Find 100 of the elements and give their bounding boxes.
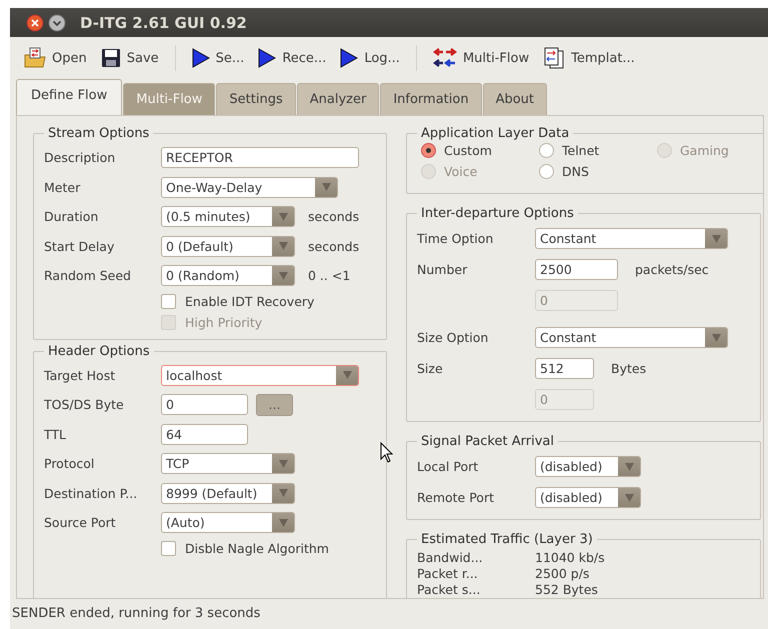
minimize-icon[interactable] — [48, 14, 66, 32]
unit-label: 0 .. <1 — [308, 268, 350, 284]
toolbar-button[interactable]: Log... — [334, 44, 406, 72]
play-icon — [340, 48, 358, 68]
dropdown[interactable]: TCP — [161, 453, 295, 474]
caret-icon — [342, 371, 352, 380]
window-title: D-ITG 2.61 GUI 0.92 — [80, 14, 247, 32]
caret-icon — [712, 234, 720, 242]
input-field[interactable]: 512 — [535, 358, 594, 379]
dropdown[interactable]: Constant — [535, 228, 728, 249]
input-field[interactable]: 0 — [161, 394, 248, 416]
caret-icon — [322, 183, 330, 192]
play-icon — [192, 48, 210, 68]
caret-icon — [624, 494, 634, 502]
radio-label: Voice — [444, 164, 478, 179]
stat-value: 2500 p/s — [535, 566, 590, 580]
folder-icon — [24, 47, 46, 69]
caret-icon — [624, 462, 634, 470]
checkbox-label: Disble Nagle Algorithm — [185, 540, 329, 556]
status-text: SENDER ended, running for 3 seconds — [11, 604, 262, 622]
group-title: Inter-departure Options — [420, 206, 575, 221]
group-title: Estimated Traffic (Layer 3) — [420, 532, 594, 547]
field-label: Source Port — [44, 515, 117, 530]
radio-button[interactable] — [539, 164, 554, 179]
dropdown[interactable]: (disabled) — [535, 487, 641, 508]
caret-icon — [278, 242, 288, 250]
stat-label: Packet s... — [417, 582, 482, 596]
checkbox[interactable] — [161, 540, 176, 556]
dropdown[interactable]: 0 (Default) — [161, 236, 295, 257]
radio-label: Gaming — [680, 143, 729, 158]
radio-button[interactable] — [421, 143, 436, 158]
dropdown[interactable]: 0 (Random) — [161, 265, 295, 286]
tab[interactable]: Analyzer — [296, 83, 380, 115]
radio-button[interactable] — [539, 143, 554, 158]
field-label: Meter — [44, 180, 82, 195]
radio-label: Telnet — [562, 143, 600, 158]
caret-icon — [278, 518, 288, 527]
group-title: Stream Options — [47, 126, 150, 141]
tab[interactable]: Settings — [216, 83, 296, 115]
field-label: Description — [44, 150, 116, 166]
field-label: Time Option — [417, 231, 494, 246]
input-field[interactable]: RECEPTOR — [161, 147, 359, 168]
dropdown[interactable]: (0.5 minutes) — [161, 206, 295, 228]
cursor-icon — [380, 442, 394, 464]
field-label: Protocol — [44, 456, 96, 472]
tab[interactable]: Information — [380, 83, 482, 115]
group-title: Application Layer Data — [420, 126, 570, 141]
caret-icon — [712, 334, 720, 342]
input-field[interactable]: 2500 — [535, 259, 618, 280]
stat-label: Bandwid... — [417, 550, 484, 564]
floppy-icon — [100, 48, 121, 68]
field-label: Duration — [44, 209, 100, 224]
unit-label: seconds — [308, 209, 360, 224]
field-label: Start Delay — [44, 238, 116, 254]
field-label: Destination P... — [44, 486, 138, 501]
dropdown[interactable]: (Auto) — [161, 512, 295, 534]
tab[interactable]: Define Flow — [16, 79, 122, 115]
dropdown[interactable]: 8999 (Default) — [161, 482, 295, 504]
toolbar-button[interactable]: Multi-Flow — [426, 43, 536, 73]
checkbox[interactable] — [161, 294, 176, 308]
unit-label: seconds — [308, 238, 360, 254]
toolbar-button[interactable]: Rece... — [252, 44, 332, 72]
checkbox-label: Enable IDT Recovery — [185, 294, 314, 308]
caret-icon — [278, 212, 288, 221]
field-label: Local Port — [417, 459, 480, 474]
stat-value: 552 Bytes — [535, 582, 598, 596]
caret-icon — [278, 272, 288, 280]
documents-icon — [543, 47, 566, 69]
group-title: Signal Packet Arrival — [420, 434, 555, 449]
dropdown[interactable]: localhost — [161, 364, 359, 386]
caret-icon — [278, 489, 288, 498]
toolbar-button[interactable]: Open — [18, 43, 93, 73]
close-icon[interactable] — [26, 14, 44, 32]
tab[interactable]: About — [482, 83, 548, 115]
stat-value: 11040 kb/s — [535, 550, 605, 564]
toolbar-button[interactable]: Templat... — [537, 43, 641, 73]
field-label: Random Seed — [44, 268, 132, 284]
field-label: TOS/DS Byte — [44, 397, 125, 412]
dropdown[interactable]: (disabled) — [535, 456, 641, 477]
stat-label: Packet r... — [417, 566, 479, 580]
radio-label: DNS — [562, 164, 589, 179]
field-label: Size — [417, 361, 444, 376]
dropdown[interactable]: One-Way-Delay — [161, 176, 338, 198]
group-title: Header Options — [47, 344, 151, 358]
play-icon — [258, 48, 276, 68]
unit-label: packets/sec — [635, 262, 709, 277]
input-field[interactable]: 64 — [161, 424, 248, 445]
toolbar-button[interactable]: Se... — [186, 44, 250, 72]
caret-icon — [278, 460, 288, 468]
field-label: Remote Port — [417, 490, 495, 505]
field-label: Number — [417, 262, 468, 277]
checkbox-label: High Priority — [185, 314, 262, 330]
toolbar-button[interactable]: Save — [94, 44, 165, 72]
field-label: TTL — [44, 426, 68, 442]
field-label: Size Option — [417, 330, 490, 345]
unit-label: Bytes — [611, 361, 646, 376]
dropdown[interactable]: Constant — [535, 327, 728, 348]
arrows-icon — [432, 47, 457, 69]
radio-label: Custom — [444, 143, 492, 158]
field-label: Target Host — [44, 368, 116, 383]
